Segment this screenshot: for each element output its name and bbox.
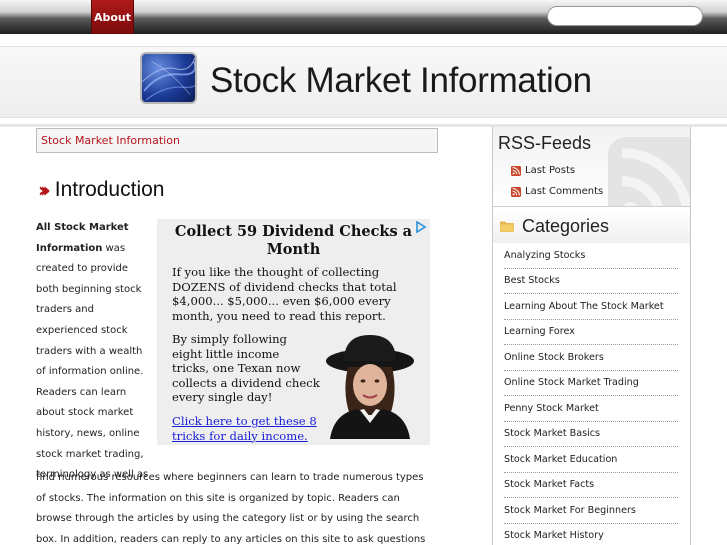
article-body: find numerous resources where beginners … [36,472,426,545]
ad-photo-woman[interactable] [320,333,420,439]
category-item[interactable]: Stock Market For Beginners [504,498,678,524]
category-item[interactable]: Stock Market Education [504,447,678,473]
dividend-ad[interactable]: Collect 59 Dividend Checks a Month If yo… [157,219,430,445]
categories-header: Categories [493,209,690,243]
rss-watermark-icon [608,137,690,206]
rss-feed-icon [511,186,521,197]
category-item[interactable]: Best Stocks [504,269,678,294]
nav-about-button[interactable]: About [91,0,134,34]
rss-feeds-title: RSS-Feeds [498,133,592,153]
ad-link[interactable]: Click here to get these 8 tricks for dai… [172,414,322,443]
site-logo-icon[interactable] [140,52,197,104]
page-title: Introduction [54,178,165,201]
rss-feeds-panel: RSS-Feeds Last Posts Last Comments [493,127,690,207]
rss-last-posts-link[interactable]: Last Posts [511,165,575,176]
ad-paragraph-2: By simply following eight little income … [172,332,320,404]
article-intro: All Stock Market Information was created… [36,218,152,486]
top-navigation-bar: About [0,0,727,34]
category-item[interactable]: Stock Market Basics [504,422,678,447]
article-intro-text: was created to provide both beginning st… [36,242,149,481]
category-item[interactable]: Penny Stock Market [504,396,678,422]
category-item[interactable]: Learning Forex [504,320,678,345]
ad-headline[interactable]: Collect 59 Dividend Checks a Month [157,223,430,259]
site-header: Stock Market Information [0,46,727,118]
breadcrumb: Stock Market Information [36,128,438,153]
rss-last-comments-link[interactable]: Last Comments [511,186,603,197]
category-item[interactable]: Stock Market History [504,524,678,545]
search-input[interactable] [547,6,703,26]
rss-link-label: Last Comments [525,186,604,197]
rss-feed-icon [511,165,521,176]
logo-graphic [142,57,195,101]
rss-link-label: Last Posts [525,165,576,176]
category-item[interactable]: Learning About The Stock Market [504,294,678,320]
category-item[interactable]: Online Stock Brokers [504,345,678,371]
sidebar: RSS-Feeds Last Posts Last Comments Categ… [492,127,691,545]
site-title[interactable]: Stock Market Information [210,61,592,101]
category-list: Analyzing Stocks Best Stocks Learning Ab… [504,243,678,545]
ad-paragraph-1: If you like the thought of collecting DO… [172,265,397,323]
category-item[interactable]: Online Stock Market Trading [504,371,678,396]
folder-icon [500,221,514,232]
double-chevron-right-icon: ››› [38,178,51,202]
category-item[interactable]: Stock Market Facts [504,473,678,498]
breadcrumb-link[interactable]: Stock Market Information [41,134,180,147]
categories-title: Categories [522,215,610,236]
page-title-row: ››› Introduction [38,178,164,202]
category-item[interactable]: Analyzing Stocks [504,243,678,269]
